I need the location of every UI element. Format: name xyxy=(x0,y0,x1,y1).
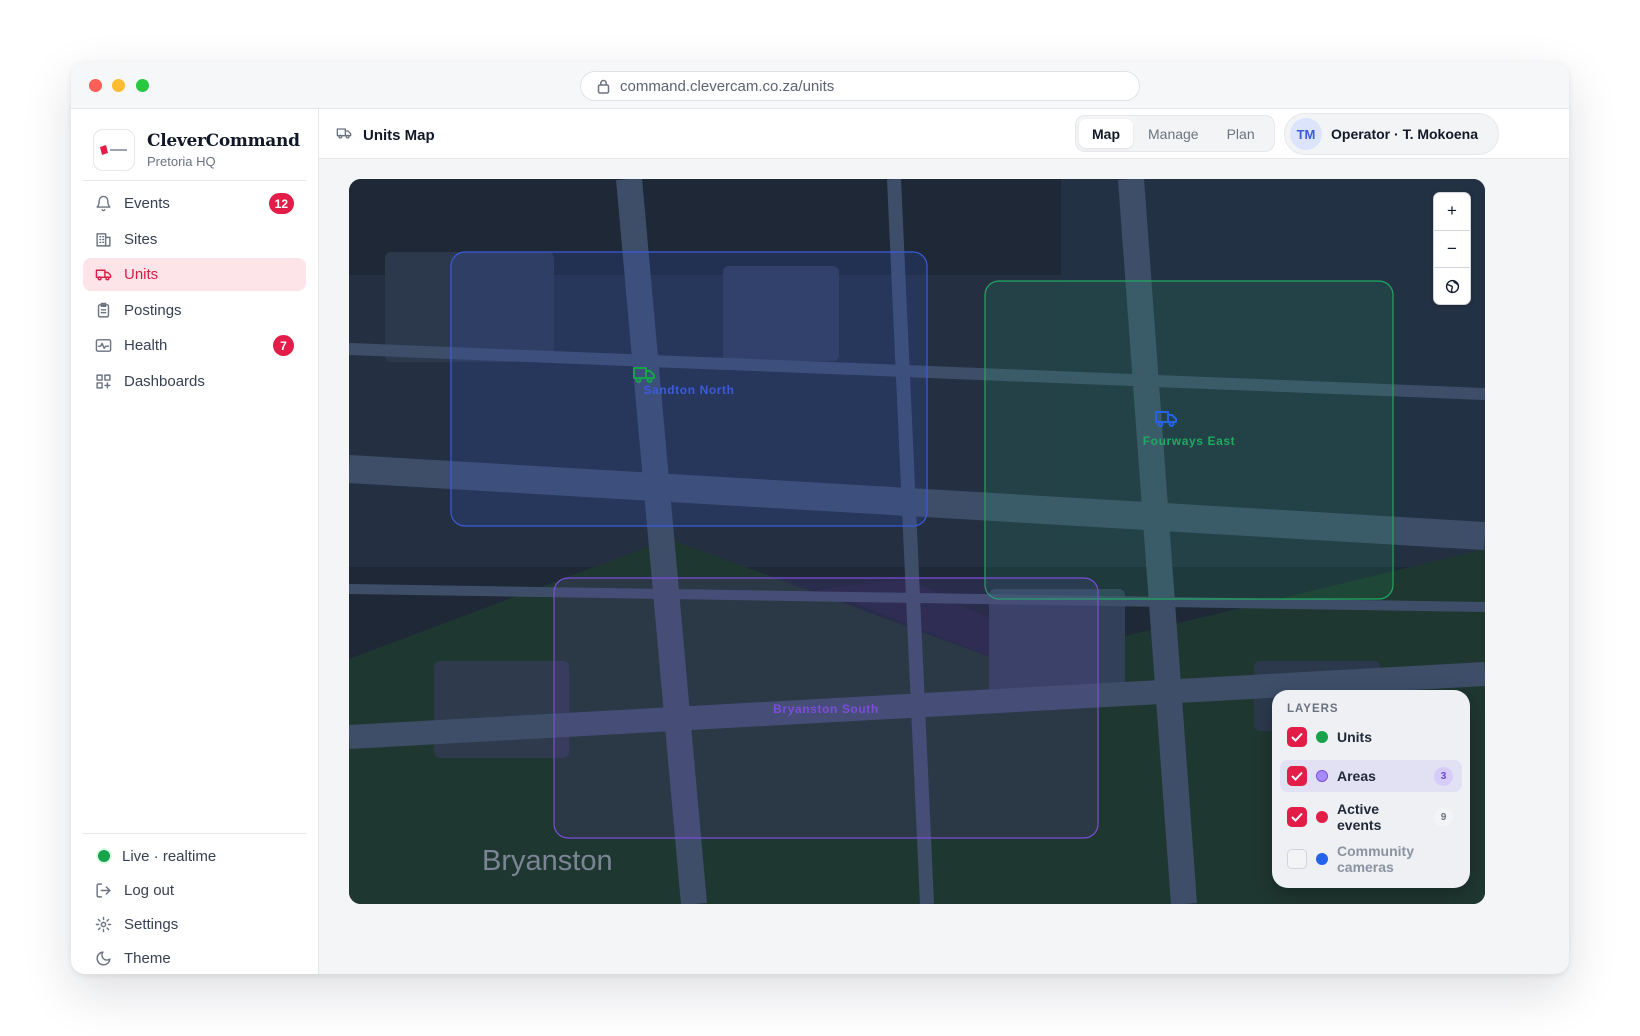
globe-button[interactable] xyxy=(1434,268,1470,304)
layer-name: Active events xyxy=(1337,801,1382,833)
theme-label: Theme xyxy=(124,949,171,967)
sidebar-item-label: Postings xyxy=(124,301,182,319)
view-switcher: Map Manage Plan xyxy=(1075,115,1275,152)
brand-subtitle: Pretoria HQ xyxy=(147,154,216,169)
sidebar-item-events[interactable]: Events 12 xyxy=(83,187,306,220)
area-label-bryanston-south: Bryanston South xyxy=(773,702,879,716)
sidebar-nav: Events 12 Sites Units Postings Health 7 xyxy=(83,187,306,400)
bell-icon xyxy=(95,195,112,212)
truck-icon xyxy=(633,367,655,383)
sidebar-bottom: Live · realtime Log out Settings Theme xyxy=(83,840,306,974)
page-title-text: Units Map xyxy=(363,126,435,144)
brand-name: CleverCommand xyxy=(147,131,300,151)
sidebar-divider xyxy=(83,833,306,834)
gear-icon xyxy=(95,916,112,933)
sidebar-divider xyxy=(83,180,306,181)
zoom-controls: + − xyxy=(1433,192,1471,305)
layer-count: 9 xyxy=(1434,807,1453,827)
sidebar-item-sites[interactable]: Sites xyxy=(83,223,306,256)
sidebar-item-label: Health xyxy=(124,337,168,354)
page-title: Units Map xyxy=(335,125,435,145)
zoom-in-button[interactable]: + xyxy=(1434,193,1470,231)
theme-button[interactable]: Theme xyxy=(83,942,306,974)
tab-manage[interactable]: Manage xyxy=(1135,119,1212,148)
browser-titlebar: command.clevercam.co.za/units xyxy=(71,62,1569,109)
settings-label: Settings xyxy=(124,915,179,933)
globe-icon xyxy=(1445,280,1459,294)
sidebar-item-label: Dashboards xyxy=(124,372,205,390)
lock-icon xyxy=(597,79,610,94)
logout-icon xyxy=(95,882,112,899)
zoom-out-button[interactable]: − xyxy=(1434,231,1470,268)
brand: CleverCommand Pretoria HQ xyxy=(93,129,300,171)
url-text: command.clevercam.co.za/units xyxy=(620,77,835,95)
layer-color-dot xyxy=(1316,853,1328,865)
checkbox-checked[interactable] xyxy=(1287,727,1307,747)
settings-button[interactable]: Settings xyxy=(83,908,306,941)
avatar: TM xyxy=(1290,118,1322,150)
logout-label: Log out xyxy=(124,881,175,899)
clipboard-icon xyxy=(95,302,112,319)
sidebar-item-postings[interactable]: Postings xyxy=(83,294,306,327)
grid-icon xyxy=(95,373,112,390)
layer-count: 3 xyxy=(1434,766,1453,786)
truck-icon xyxy=(95,266,112,283)
sidebar-item-health[interactable]: Health 7 xyxy=(83,329,306,362)
sidebar-item-label: Units xyxy=(124,266,159,283)
area-label-sandton-north: Sandton North xyxy=(643,383,735,397)
live-status-label: Live · realtime xyxy=(122,847,217,865)
area-label-fourways-east: Fourways East xyxy=(1142,434,1236,448)
layer-toggle-areas[interactable]: Areas 3 xyxy=(1280,760,1462,792)
brand-logo xyxy=(93,129,135,171)
tab-plan[interactable]: Plan xyxy=(1214,119,1268,148)
live-status: Live · realtime xyxy=(83,840,306,873)
sidebar-item-label: Events xyxy=(124,195,170,212)
truck-icon xyxy=(1155,411,1177,427)
top-bar: Units Map Map Manage Plan TM Operator · … xyxy=(319,109,1569,159)
place-label: Bryanston xyxy=(482,845,613,877)
sidebar-item-label: Sites xyxy=(124,230,158,248)
units-map[interactable]: Sandton North Fourways East Bryanston So… xyxy=(349,179,1485,904)
layer-color-dot xyxy=(1316,770,1328,782)
layer-name: Units xyxy=(1337,729,1372,745)
layers-title: LAYERS xyxy=(1287,703,1339,715)
address-bar[interactable]: command.clevercam.co.za/units xyxy=(580,71,1140,101)
tab-map[interactable]: Map xyxy=(1079,119,1133,148)
close-window-button[interactable] xyxy=(89,79,102,92)
health-count-badge: 7 xyxy=(273,335,294,356)
live-status-dot xyxy=(97,850,110,863)
checkbox-unchecked[interactable] xyxy=(1287,849,1307,869)
activity-icon xyxy=(95,337,112,354)
layer-color-dot xyxy=(1316,731,1328,743)
checkbox-checked[interactable] xyxy=(1287,807,1307,827)
user-name: Operator · T. Mokoena xyxy=(1331,126,1479,142)
maximize-window-button[interactable] xyxy=(136,79,149,92)
logout-button[interactable]: Log out xyxy=(83,874,306,907)
layer-toggle-active-events[interactable]: Active events 9 xyxy=(1280,799,1462,835)
checkbox-checked[interactable] xyxy=(1287,766,1307,786)
browser-window: command.clevercam.co.za/units CleverComm… xyxy=(71,62,1569,974)
events-count-badge: 12 xyxy=(268,193,294,214)
sidebar-item-dashboards[interactable]: Dashboards xyxy=(83,365,306,398)
sidebar-item-units[interactable]: Units xyxy=(83,258,306,291)
truck-icon xyxy=(335,125,353,145)
layer-toggle-units[interactable]: Units xyxy=(1280,723,1462,751)
building-icon xyxy=(95,231,112,248)
minimize-window-button[interactable] xyxy=(112,79,125,92)
layers-panel: LAYERS Units Areas 3 Active events 9 Com… xyxy=(1272,690,1470,888)
unit-marker-fourways-east[interactable] xyxy=(1153,409,1179,434)
moon-icon xyxy=(95,950,112,967)
layer-name: Areas xyxy=(1337,768,1376,784)
layer-color-dot xyxy=(1316,811,1328,823)
layer-name: Community cameras xyxy=(1337,843,1414,875)
layer-toggle-community-cameras[interactable]: Community cameras xyxy=(1280,841,1462,877)
sidebar: CleverCommand Pretoria HQ Events 12 Site… xyxy=(71,109,319,974)
user-menu[interactable]: TM Operator · T. Mokoena xyxy=(1284,113,1499,155)
